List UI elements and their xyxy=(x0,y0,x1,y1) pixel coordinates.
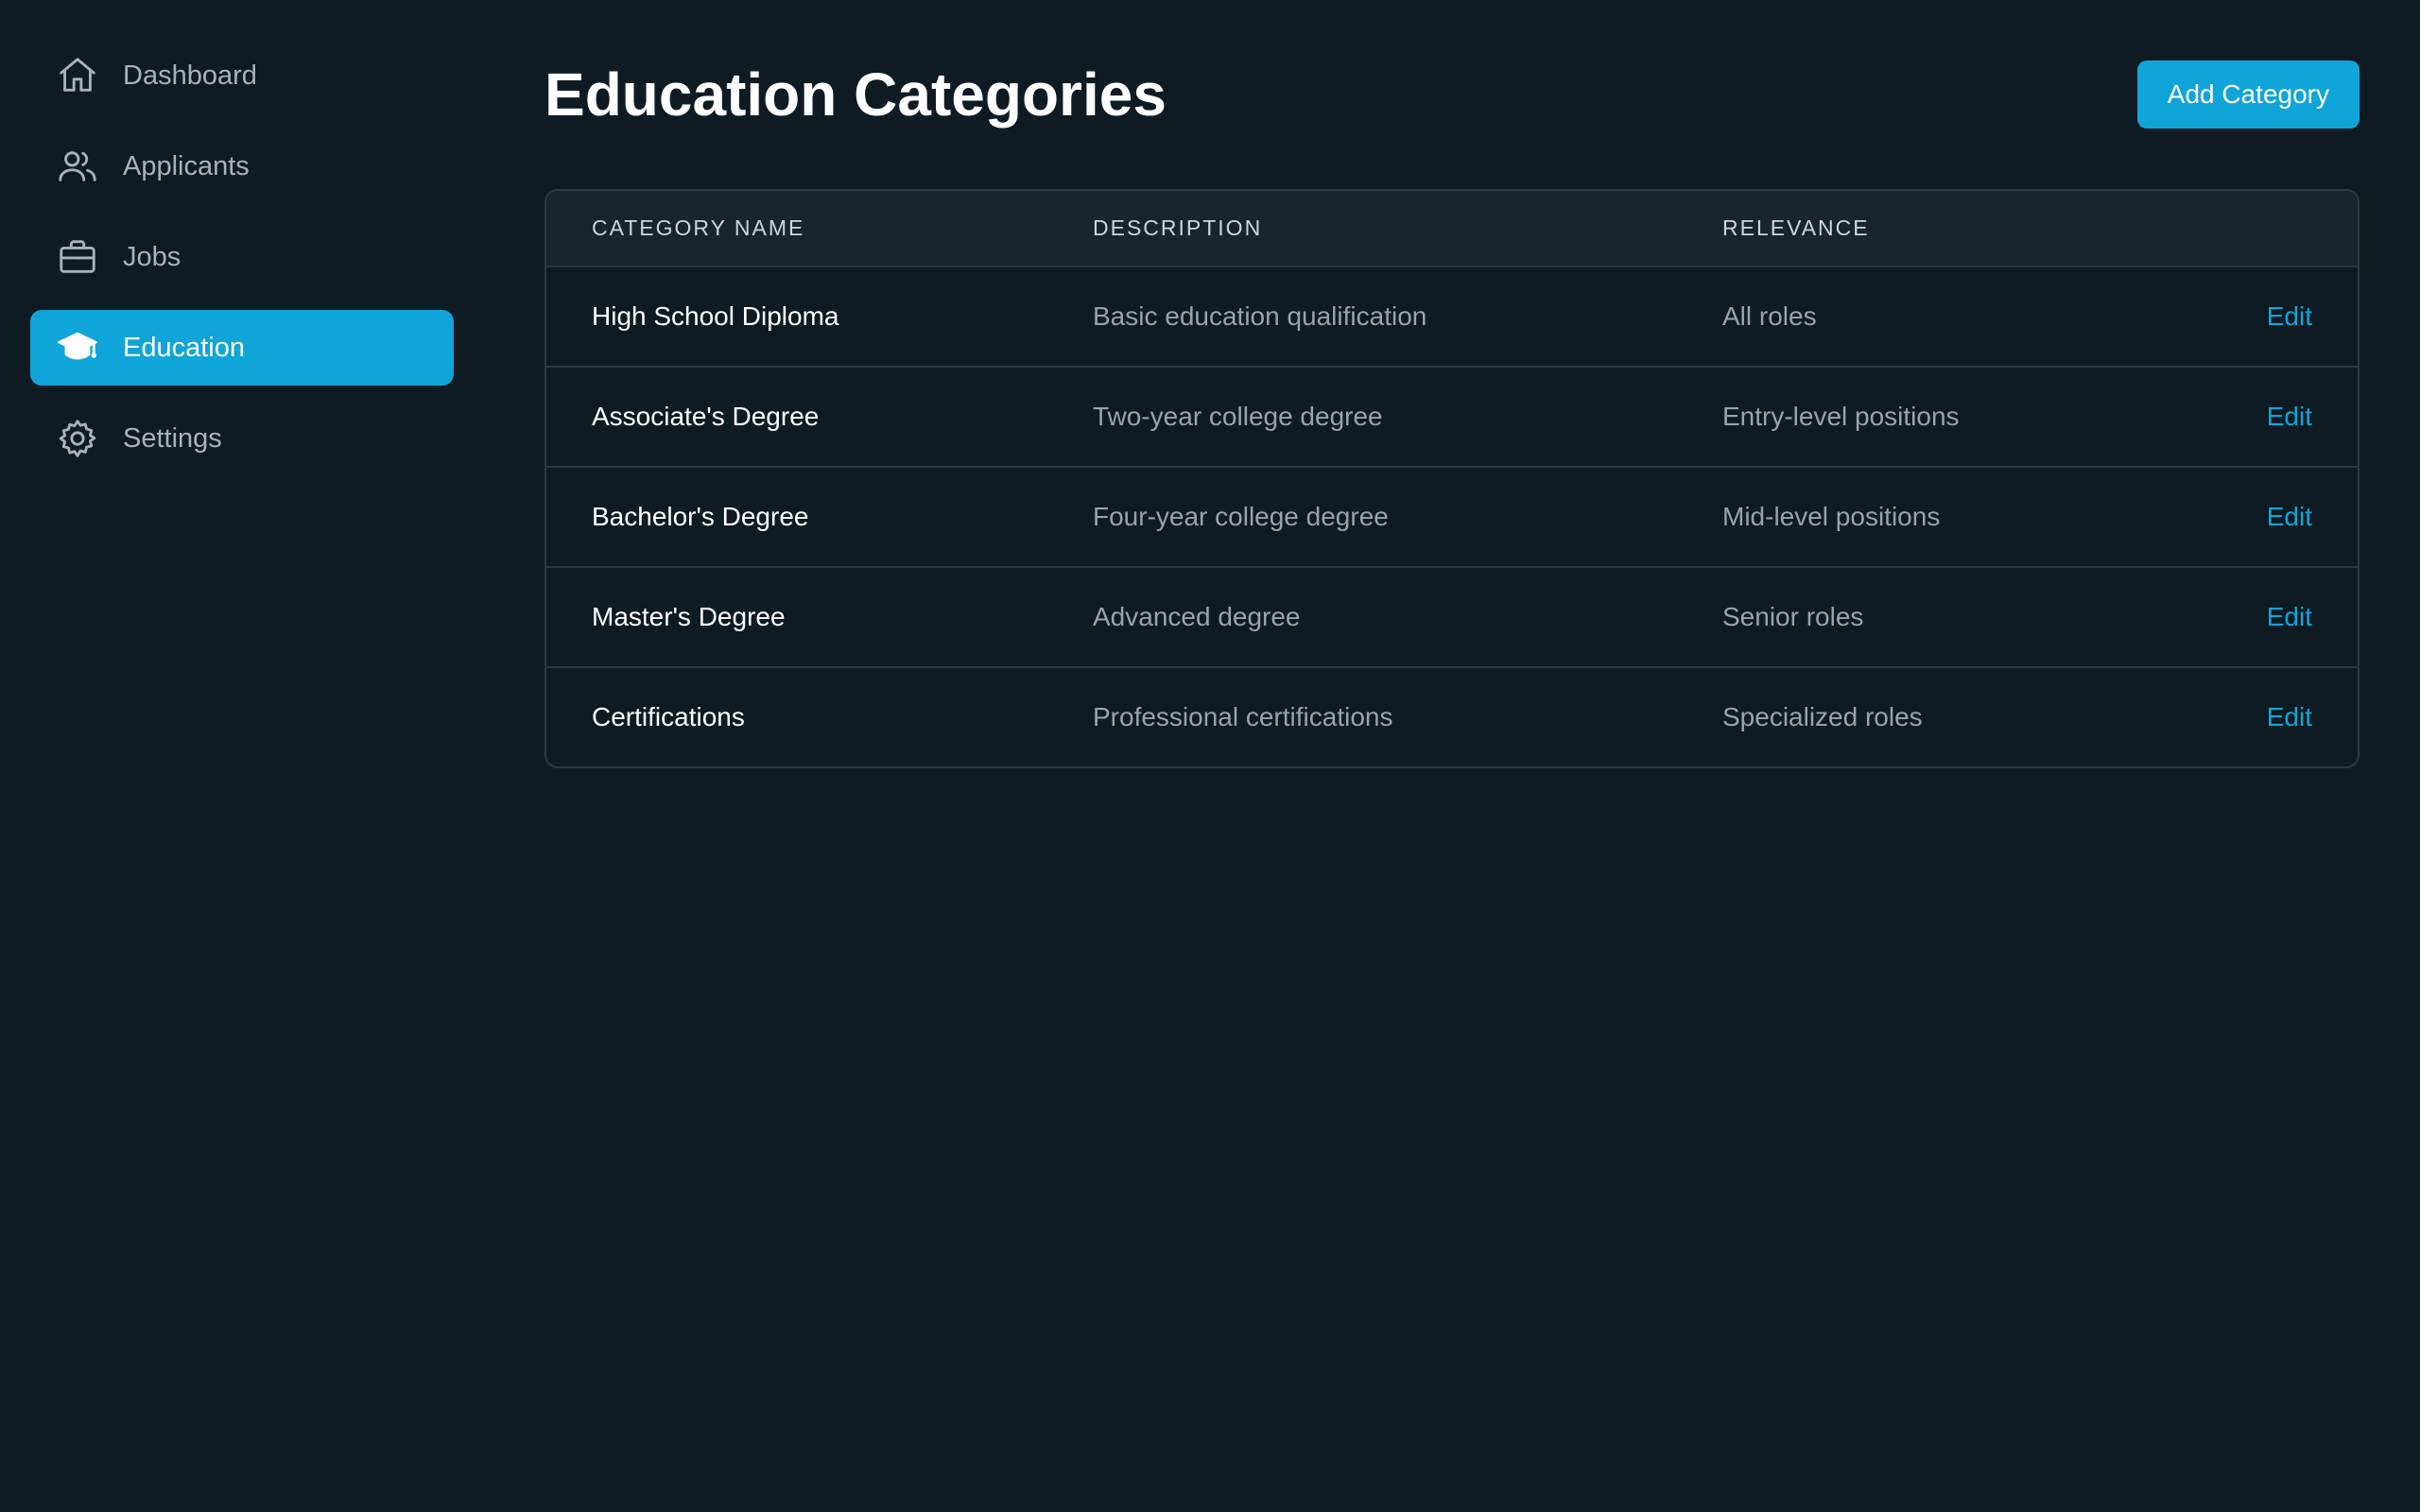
gear-icon xyxy=(55,416,100,461)
column-header-description: DESCRIPTION xyxy=(1093,191,1722,267)
relevance-cell: All roles xyxy=(1722,266,2195,368)
edit-link[interactable]: Edit xyxy=(2267,301,2312,331)
education-categories-table: CATEGORY NAME DESCRIPTION RELEVANCE High… xyxy=(544,189,2360,768)
home-icon xyxy=(55,53,100,98)
column-header-relevance: RELEVANCE xyxy=(1722,191,2195,267)
edit-link[interactable]: Edit xyxy=(2267,402,2312,431)
edit-link[interactable]: Edit xyxy=(2267,602,2312,631)
relevance-cell: Entry-level positions xyxy=(1722,367,2195,468)
sidebar-item-label: Education xyxy=(123,332,245,363)
add-category-button[interactable]: Add Category xyxy=(2136,60,2360,129)
column-header-category-name: CATEGORY NAME xyxy=(546,191,1093,267)
sidebar-item-education[interactable]: Education xyxy=(30,310,454,386)
description-cell: Professional certifications xyxy=(1093,702,1393,731)
description-cell: Advanced degree xyxy=(1093,567,1722,668)
sidebar-item-label: Applicants xyxy=(123,150,250,181)
sidebar-item-applicants[interactable]: Applicants xyxy=(30,129,454,204)
actions-cell: Edit xyxy=(2195,467,2358,568)
table-header-row: CATEGORY NAME DESCRIPTION RELEVANCE xyxy=(546,191,2358,267)
category-name-cell: High School Diploma xyxy=(546,266,1093,368)
actions-cell: Edit xyxy=(2195,367,2358,468)
category-name-cell: Certifications xyxy=(592,702,745,731)
sidebar-item-jobs[interactable]: Jobs xyxy=(30,219,454,295)
category-name-cell: Associate's Degree xyxy=(546,367,1093,468)
table-row: Associate's Degree Two-year college degr… xyxy=(546,367,2358,468)
sidebar-item-label: Dashboard xyxy=(123,60,257,91)
page-title: Education Categories xyxy=(544,60,1167,129)
actions-cell: Edit xyxy=(2195,667,2358,766)
sidebar-item-dashboard[interactable]: Dashboard xyxy=(30,38,454,113)
sidebar-item-settings[interactable]: Settings xyxy=(30,401,454,476)
actions-cell: Edit xyxy=(2195,567,2358,668)
relevance-cell: Mid-level positions xyxy=(1722,467,2195,568)
relevance-cell: Senior roles xyxy=(1722,567,2195,668)
description-cell: Four-year college degree xyxy=(1093,467,1722,568)
sidebar-item-label: Settings xyxy=(123,422,222,454)
category-name-cell: Master's Degree xyxy=(546,567,1093,668)
briefcase-icon xyxy=(55,234,100,280)
table-row: Certifications Professional certificatio… xyxy=(546,667,2358,766)
main-content: Education Categories Add Category CATEGO… xyxy=(544,0,2360,768)
edit-link[interactable]: Edit xyxy=(2267,702,2312,731)
table-row: Master's Degree Advanced degree Senior r… xyxy=(546,567,2358,668)
category-name-cell: Bachelor's Degree xyxy=(546,467,1093,568)
actions-cell: Edit xyxy=(2195,266,2358,368)
relevance-cell: Specialized roles xyxy=(1722,702,1923,731)
graduation-cap-icon xyxy=(55,325,100,370)
edit-link[interactable]: Edit xyxy=(2267,502,2312,531)
table-row: High School Diploma Basic education qual… xyxy=(546,266,2358,368)
app-root: Dashboard Applicants Jobs Education Sett… xyxy=(0,0,2420,1512)
sidebar-item-label: Jobs xyxy=(123,241,182,272)
users-icon xyxy=(55,144,100,189)
description-cell: Basic education qualification xyxy=(1093,266,1722,368)
table-row: Bachelor's Degree Four-year college degr… xyxy=(546,467,2358,568)
description-cell: Two-year college degree xyxy=(1093,367,1722,468)
page-header: Education Categories Add Category xyxy=(544,0,2360,189)
sidebar: Dashboard Applicants Jobs Education Sett… xyxy=(30,38,454,491)
column-header-actions xyxy=(2195,191,2358,267)
